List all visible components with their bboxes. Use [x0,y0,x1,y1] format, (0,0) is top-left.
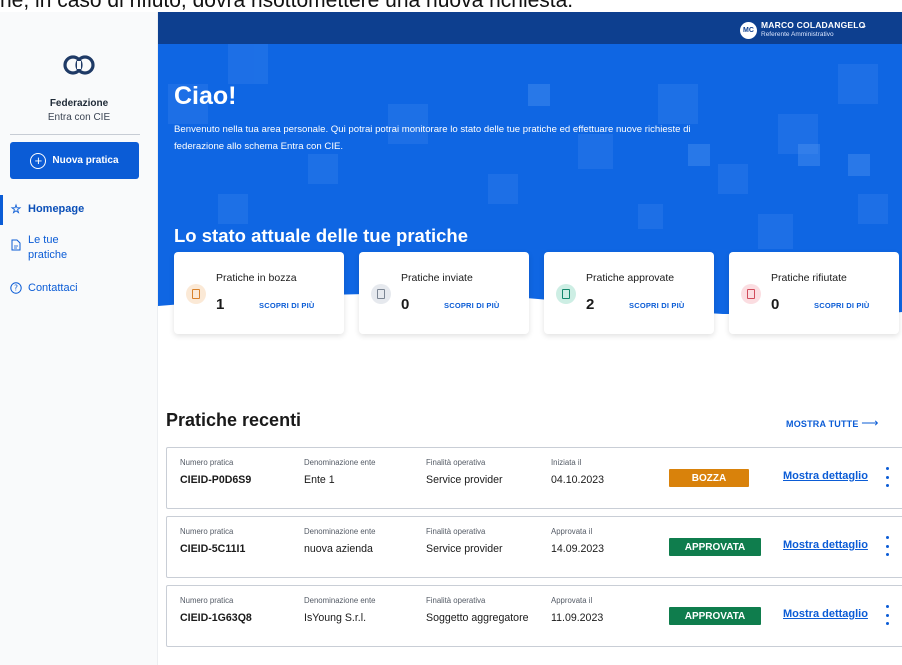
date-value: 04.10.2023 [551,474,605,486]
cell-label: Approvata il [551,596,593,605]
cell-label: Finalità operativa [426,527,486,536]
sidebar-divider [10,134,140,135]
card-count: 0 [401,296,410,313]
svg-text:?: ? [14,284,18,293]
sidebar-item-homepage[interactable]: ☆ Homepage [0,195,150,225]
card-label: Pratiche rifiutate [771,272,847,284]
cell-label: Numero pratica [180,458,234,467]
date-value: 11.09.2023 [551,612,604,624]
federation-logo-icon [63,55,95,75]
status-badge: APPROVATA [669,607,761,625]
entity-name: Ente 1 [304,474,335,486]
cell-label: Finalità operativa [426,458,486,467]
cell-label: Finalità operativa [426,596,486,605]
discover-more-link[interactable]: SCOPRI DI PIÙ [814,301,870,310]
sidebar-item-label: Homepage [28,203,85,215]
operational-purpose: Service provider [426,474,503,486]
help-circle-icon: ? [10,282,22,294]
show-all-link[interactable]: MOSTRA TUTTE ⟶ [786,416,879,430]
hero-description: Benvenuto nella tua area personale. Qui … [174,124,691,152]
user-name[interactable]: MARCO COLADANGELO [761,20,865,30]
show-detail-link[interactable]: Mostra dettaglio [783,539,868,551]
status-card-bozza: Pratiche in bozza 1 SCOPRI DI PIÙ [174,252,344,334]
rejected-document-icon [741,284,761,304]
arrow-right-icon: ⟶ [861,416,879,430]
brand-title: Federazione [49,98,109,109]
cell-label: Approvata il [551,527,593,536]
practice-number: CIEID-5C11I1 [180,543,246,555]
card-label: Pratiche in bozza [216,272,297,284]
status-section-title: Lo stato attuale delle tue pratiche [174,225,469,246]
plus-circle-icon: + [30,152,47,169]
table-row: Numero pratica CIEID-P0D6S9 Denominazion… [166,447,902,509]
status-badge: BOZZA [669,469,749,487]
discover-more-link[interactable]: SCOPRI DI PIÙ [444,301,500,310]
cell-label: Numero pratica [180,596,234,605]
brand-subtitle: Entra con CIE [47,112,111,123]
star-icon: ☆ [10,202,22,216]
show-detail-link[interactable]: Mostra dettaglio [783,608,868,620]
operational-purpose: Service provider [426,543,503,555]
cell-label: Denominazione ente [304,458,376,467]
practice-number: CIEID-P0D6S9 [180,474,252,486]
discover-more-link[interactable]: SCOPRI DI PIÙ [629,301,685,310]
approved-document-icon [556,284,576,304]
chevron-down-icon[interactable]: ⌄ [860,20,868,31]
card-count: 2 [586,296,595,313]
user-role: Referente Amministrativo [761,31,834,38]
document-icon [10,239,22,251]
cell-label: Denominazione ente [304,527,376,536]
card-label: Pratiche inviate [401,272,473,284]
new-practice-button[interactable]: + Nuova pratica [10,142,139,179]
cell-label: Numero pratica [180,527,234,536]
status-card-rifiutate: Pratiche rifiutate 0 SCOPRI DI PIÙ [729,252,899,334]
status-card-approvate: Pratiche approvate 2 SCOPRI DI PIÙ [544,252,714,334]
hero-title: Ciao! [174,82,237,110]
recent-section-title: Pratiche recenti [166,410,302,430]
caption-text: ne, in caso di rifiuto, dovrà risottomet… [0,0,902,11]
sidebar: Federazione Entra con CIE [0,12,158,665]
card-label: Pratiche approvate [586,272,675,284]
cell-label: Iniziata il [551,458,582,467]
entity-name: IsYoung S.r.l. [304,612,367,624]
entity-name: nuova azienda [304,543,373,555]
table-row: Numero pratica CIEID-1G63Q8 Denominazion… [166,585,902,647]
operational-purpose: Soggetto aggregatore [426,612,529,624]
status-badge: APPROVATA [669,538,761,556]
status-card-inviate: Pratiche inviate 0 SCOPRI DI PIÙ [359,252,529,334]
page: ne, in caso di rifiuto, dovrà risottomet… [0,0,902,665]
practice-number: CIEID-1G63Q8 [180,612,252,624]
sidebar-item-contattaci[interactable]: ? Contattaci [0,282,150,294]
sidebar-item-label: Contattaci [28,282,78,294]
show-detail-link[interactable]: Mostra dettaglio [783,470,868,482]
sidebar-item-label: Le tue pratiche [28,234,68,261]
draft-document-icon [186,284,206,304]
card-count: 1 [216,296,225,313]
cell-label: Denominazione ente [304,596,376,605]
more-options-icon[interactable] [884,536,890,556]
card-count: 0 [771,296,780,313]
more-options-icon[interactable] [884,605,890,625]
date-value: 14.09.2023 [551,543,605,555]
show-all-label: MOSTRA TUTTE [786,419,859,429]
more-options-icon[interactable] [884,467,890,487]
table-row: Numero pratica CIEID-5C11I1 Denominazion… [166,516,902,578]
sent-document-icon [371,284,391,304]
avatar[interactable]: MC [740,22,757,39]
discover-more-link[interactable]: SCOPRI DI PIÙ [259,301,315,310]
sidebar-item-le-tue-pratiche[interactable]: Le tue pratiche [0,233,150,263]
new-practice-label: Nuova pratica [52,155,119,166]
